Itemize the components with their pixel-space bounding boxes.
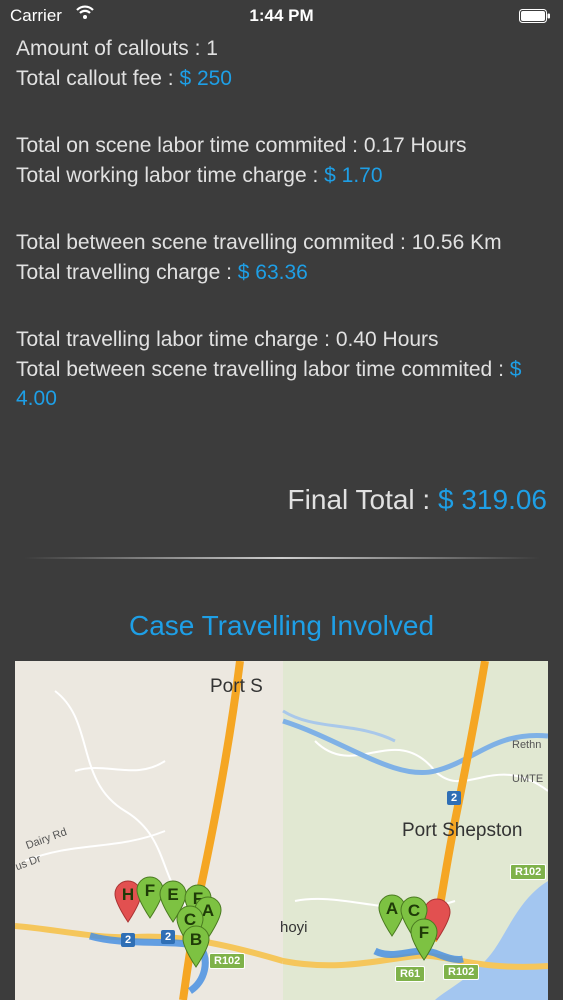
road-badge: R102	[209, 953, 246, 969]
travel-labor-group: Total travelling labor time charge : 0.4…	[16, 325, 551, 414]
callout-fee-value: $ 250	[179, 66, 232, 90]
road-badge: R102	[510, 864, 547, 880]
divider	[24, 557, 540, 559]
final-total: Final Total : $ 319.06	[288, 484, 547, 516]
working-labor-charge-value: $ 1.70	[324, 163, 383, 187]
travel-labor-time-charge: Total travelling labor time charge : 0.4…	[16, 328, 439, 351]
working-labor-charge-row: Total working labor time charge : $ 1.70	[16, 161, 551, 191]
travel-group: Total between scene travelling commited …	[16, 228, 551, 287]
map-label-rethn: Rethn	[512, 739, 542, 751]
callout-fee-row: Total callout fee : $ 250	[16, 64, 551, 94]
final-total-label: Final Total :	[287, 484, 438, 515]
callout-group: Amount of callouts : 1 Total callout fee…	[16, 34, 551, 93]
working-labor-charge-label: Total working labor time charge :	[16, 163, 325, 187]
map-marker-b[interactable]: B	[181, 924, 211, 968]
status-bar: Carrier 1:44 PM	[0, 0, 563, 32]
travel-map[interactable]: Port S Port Shepston Dairy Rd us Dr hoyi…	[15, 661, 548, 1000]
between-scene-travel: Total between scene travelling commited …	[16, 231, 502, 254]
map-label-port-s: Port S	[210, 676, 263, 697]
between-scene-labor-label: Total between scene travelling labor tim…	[16, 357, 510, 381]
status-time: 1:44 PM	[249, 6, 314, 25]
map-marker-f-right[interactable]: F	[409, 917, 439, 961]
travelling-charge-label: Total travelling charge :	[16, 260, 238, 284]
road-badge: R102	[443, 964, 480, 980]
travelling-charge-value: $ 63.36	[237, 260, 308, 284]
road-shield: 2	[447, 791, 462, 805]
road-badge: R61	[395, 966, 426, 982]
labor-group: Total on scene labor time commited : 0.1…	[16, 131, 551, 190]
invoice-summary: Amount of callouts : 1 Total callout fee…	[16, 34, 551, 452]
on-scene-labor: Total on scene labor time commited : 0.1…	[16, 134, 467, 157]
travelling-charge-row: Total travelling charge : $ 63.36	[16, 258, 551, 288]
callout-fee-label: Total callout fee :	[16, 66, 180, 90]
road-shield: 2	[161, 930, 176, 944]
final-total-value: $ 319.06	[438, 484, 547, 515]
map-label-hoyi: hoyi	[280, 919, 308, 936]
map-label-umte: UMTE	[512, 773, 544, 785]
map-label-port-shepstone: Port Shepston	[402, 820, 523, 841]
callouts-amount: Amount of callouts : 1	[16, 37, 218, 60]
marker-letter: B	[189, 930, 203, 949]
section-title: Case Travelling Involved	[128, 610, 435, 641]
road-shield: 2	[121, 933, 136, 947]
battery-icon	[519, 9, 550, 23]
between-scene-labor-row: Total between scene travelling labor tim…	[16, 355, 551, 414]
marker-letter: F	[418, 923, 430, 942]
